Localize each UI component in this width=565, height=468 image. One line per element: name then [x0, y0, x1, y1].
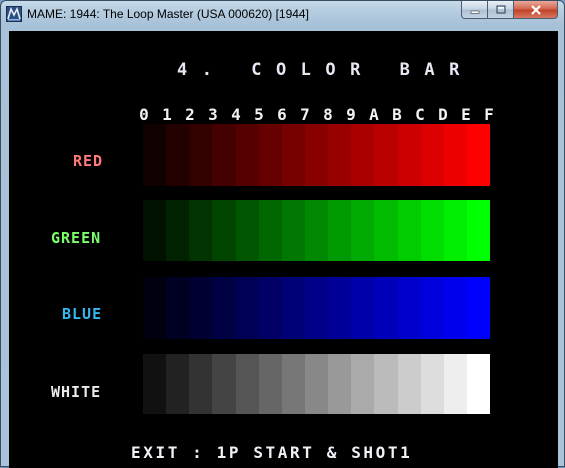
color-swatch — [397, 354, 421, 414]
color-swatch — [143, 354, 167, 414]
color-swatch — [166, 277, 190, 339]
game-screen[interactable]: 4. COLOR BAR 0 1 2 3 4 5 6 7 8 9 A B C D… — [9, 31, 558, 468]
color-swatch — [443, 277, 467, 339]
hex-label: 9 — [346, 105, 356, 124]
hex-label: 4 — [231, 105, 241, 124]
color-swatch — [374, 354, 398, 414]
minimize-button[interactable] — [461, 1, 488, 19]
color-swatch — [212, 354, 236, 414]
window-controls — [461, 1, 558, 19]
color-swatch — [189, 200, 213, 261]
close-icon — [530, 4, 541, 15]
color-swatch — [281, 124, 305, 186]
color-swatch — [351, 200, 375, 261]
color-swatch — [304, 200, 329, 261]
color-swatch — [212, 277, 236, 339]
color-swatch — [466, 124, 491, 186]
color-swatch — [304, 277, 329, 339]
color-swatch — [374, 200, 398, 261]
color-swatch — [420, 124, 444, 186]
hex-label: C — [415, 105, 425, 124]
green-bar-label: GREEN — [51, 229, 102, 247]
color-swatch — [328, 200, 352, 261]
color-swatch — [443, 124, 467, 186]
hex-label: F — [484, 105, 494, 124]
color-swatch — [235, 124, 259, 186]
color-swatch — [235, 200, 259, 261]
color-swatch — [466, 277, 491, 339]
color-swatch — [258, 354, 282, 414]
white-bar-label: WHITE — [51, 383, 102, 401]
white-color-bar — [143, 354, 491, 414]
color-swatch — [443, 354, 467, 414]
hex-label: 0 — [139, 105, 149, 124]
color-swatch — [143, 200, 167, 261]
blue-color-bar — [143, 277, 491, 339]
color-swatch — [281, 277, 305, 339]
color-swatch — [466, 354, 491, 414]
red-bar-label: RED — [73, 152, 104, 170]
window-title: MAME: 1944: The Loop Master (USA 000620)… — [27, 7, 309, 21]
color-swatch — [258, 200, 282, 261]
hex-label: 5 — [254, 105, 264, 124]
color-swatch — [304, 124, 329, 186]
color-swatch — [374, 124, 398, 186]
color-swatch — [166, 354, 190, 414]
color-swatch — [258, 124, 282, 186]
color-swatch — [281, 354, 305, 414]
hex-label: 7 — [300, 105, 310, 124]
maximize-button[interactable] — [488, 1, 514, 19]
color-swatch — [235, 354, 259, 414]
color-swatch — [374, 277, 398, 339]
color-swatch — [351, 354, 375, 414]
minimize-icon — [470, 10, 479, 14]
color-swatch — [189, 277, 213, 339]
hex-label: B — [392, 105, 402, 124]
color-swatch — [166, 124, 190, 186]
color-swatch — [420, 200, 444, 261]
hex-label: D — [438, 105, 448, 124]
color-swatch — [397, 277, 421, 339]
color-swatch — [143, 277, 167, 339]
color-swatch — [351, 124, 375, 186]
blue-bar-label: BLUE — [62, 305, 103, 323]
hex-label: 3 — [208, 105, 218, 124]
color-swatch — [189, 124, 213, 186]
color-swatch — [420, 354, 444, 414]
color-swatch — [397, 200, 421, 261]
maximize-icon — [496, 5, 505, 14]
color-swatch — [281, 200, 305, 261]
color-swatch — [420, 277, 444, 339]
color-swatch — [443, 200, 467, 261]
color-swatch — [304, 354, 329, 414]
hex-label: A — [369, 105, 379, 124]
color-swatch — [328, 277, 352, 339]
red-color-bar — [143, 124, 491, 186]
hex-label: 6 — [277, 105, 287, 124]
color-swatch — [328, 124, 352, 186]
title-bar[interactable]: MAME: 1944: The Loop Master (USA 000620)… — [1, 1, 564, 27]
color-swatch — [212, 200, 236, 261]
color-swatch — [143, 124, 167, 186]
color-swatch — [466, 200, 491, 261]
exit-instruction: EXIT : 1P START & SHOT1 — [131, 443, 413, 462]
color-swatch — [258, 277, 282, 339]
close-button[interactable] — [514, 1, 558, 19]
page-title: 4. COLOR BAR — [177, 60, 474, 80]
hex-label: 8 — [323, 105, 333, 124]
green-color-bar — [143, 200, 491, 261]
hex-label: 1 — [162, 105, 172, 124]
color-swatch — [166, 200, 190, 261]
mame-icon[interactable] — [6, 6, 22, 22]
color-swatch — [328, 354, 352, 414]
color-swatch — [397, 124, 421, 186]
color-swatch — [189, 354, 213, 414]
color-swatch — [235, 277, 259, 339]
color-swatch — [212, 124, 236, 186]
hex-label: E — [461, 105, 471, 124]
hex-label: 2 — [185, 105, 195, 124]
mame-window: MAME: 1944: The Loop Master (USA 000620)… — [0, 0, 565, 468]
color-swatch — [351, 277, 375, 339]
